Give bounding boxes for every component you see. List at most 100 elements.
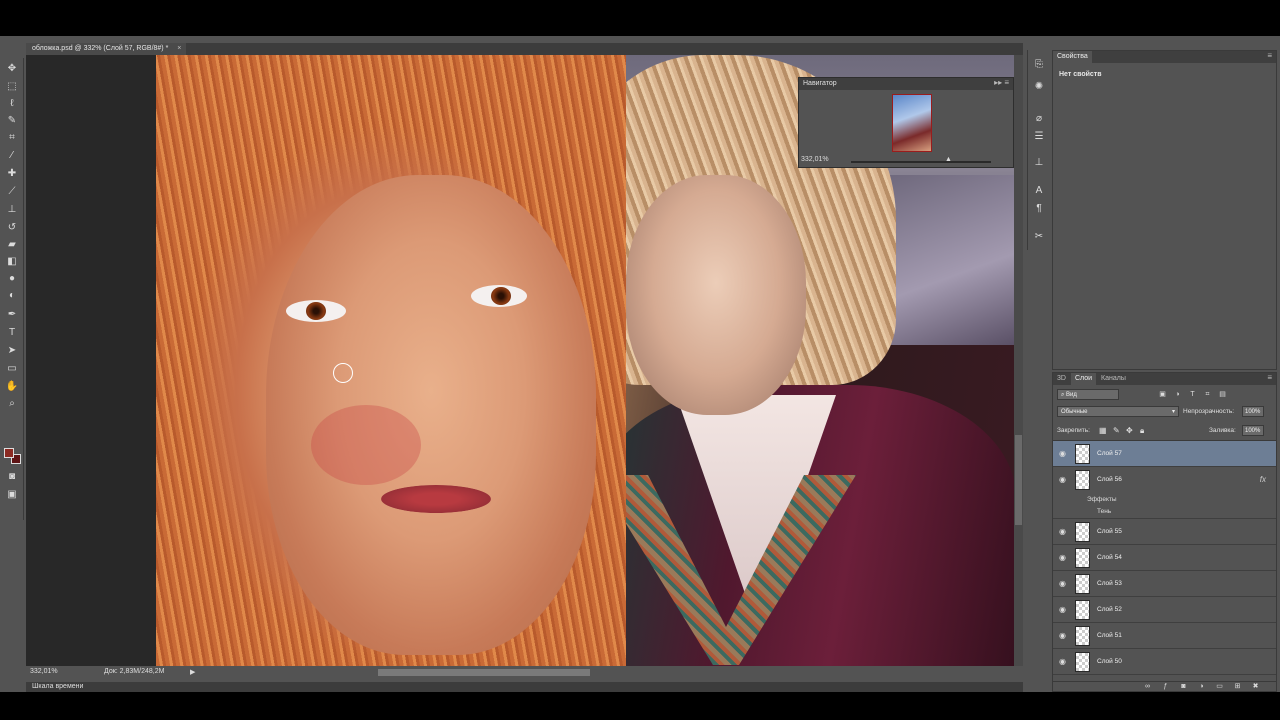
character-icon[interactable]: A — [1032, 184, 1046, 198]
document-tab[interactable]: обложка.psd @ 332% (Слой 57, RGB/8#) * × — [26, 43, 187, 55]
foreground-color-swatch[interactable] — [4, 448, 14, 458]
new-group-icon[interactable]: ▭ — [1215, 682, 1224, 691]
lock-pixels-icon[interactable]: ▦ — [1099, 426, 1107, 435]
add-mask-icon[interactable]: ◙ — [1179, 682, 1188, 691]
shadow-effect-label[interactable]: Тень — [1097, 508, 1111, 515]
pixel-filter-icon[interactable]: ▣ — [1158, 390, 1167, 399]
history-brush-tool-icon[interactable]: ↺ — [4, 221, 20, 235]
zoom-slider-handle-icon[interactable]: ▲ — [945, 156, 952, 163]
eraser-tool-icon[interactable]: ▰ — [4, 238, 20, 252]
brush-cursor — [333, 363, 353, 383]
layer-name[interactable]: Слой 50 — [1097, 658, 1122, 665]
history-icon[interactable]: ⎘ — [1032, 58, 1046, 72]
tab-properties[interactable]: Свойства — [1053, 51, 1092, 63]
healing-tool-icon[interactable]: ✚ — [4, 167, 20, 181]
tool-presets-icon[interactable]: ✂ — [1032, 230, 1046, 244]
path-select-tool-icon[interactable]: ➤ — [4, 344, 20, 358]
adjustments-icon[interactable]: ☰ — [1032, 130, 1046, 144]
layer-name[interactable]: Слой 56 — [1097, 476, 1122, 483]
navigator-zoom-slider[interactable] — [851, 161, 991, 163]
paragraph-icon[interactable]: ¶ — [1032, 202, 1046, 216]
marquee-tool-icon[interactable]: ⬚ — [4, 80, 20, 94]
smart-object-filter-icon[interactable]: ▤ — [1218, 390, 1227, 399]
visibility-eye-icon[interactable]: ◉ — [1059, 553, 1066, 562]
layer-row[interactable]: ◉ Слой 56 fx Эффекты Тень — [1053, 467, 1276, 519]
layer-name[interactable]: Слой 53 — [1097, 580, 1122, 587]
status-zoom[interactable]: 332,01% — [30, 668, 58, 675]
dodge-tool-icon[interactable]: ◐ — [4, 289, 20, 303]
quick-select-tool-icon[interactable]: ✎ — [4, 114, 20, 128]
navigator-zoom[interactable]: 332,01% — [801, 156, 829, 163]
add-style-icon[interactable]: ƒ — [1161, 682, 1170, 691]
layer-row[interactable]: ◉ Слой 55 — [1053, 519, 1276, 545]
stamp-tool-icon[interactable]: ⊥ — [4, 203, 20, 217]
tab-layers[interactable]: Слои — [1071, 373, 1097, 385]
blur-tool-icon[interactable]: ● — [4, 272, 20, 286]
visibility-eye-icon[interactable]: ◉ — [1059, 579, 1066, 588]
visibility-eye-icon[interactable]: ◉ — [1059, 527, 1066, 536]
horizontal-scroll-thumb[interactable] — [378, 669, 590, 676]
layer-row[interactable]: ◉ Слой 54 — [1053, 545, 1276, 571]
visibility-eye-icon[interactable]: ◉ — [1059, 631, 1066, 640]
styles-icon[interactable]: ⊥ — [1032, 156, 1046, 170]
layer-name[interactable]: Слой 51 — [1097, 632, 1122, 639]
brush-tool-icon[interactable]: ⟋ — [4, 185, 20, 199]
fill-input[interactable]: 100% — [1242, 425, 1264, 436]
visibility-eye-icon[interactable]: ◉ — [1059, 657, 1066, 666]
quick-mask-icon[interactable]: ◙ — [4, 470, 20, 484]
status-arrow-icon[interactable]: ▶ — [190, 668, 195, 676]
fx-icon[interactable]: fx — [1260, 475, 1266, 484]
shape-tool-icon[interactable]: ▭ — [4, 362, 20, 376]
layer-filter-select[interactable]: ⌕ Вид — [1057, 389, 1119, 400]
layers-tabs: 3D Слои Каналы ≡ — [1053, 373, 1276, 385]
layer-row[interactable]: ◉ Слой 53 — [1053, 571, 1276, 597]
hand-tool-icon[interactable]: ✋ — [4, 380, 20, 394]
type-tool-icon[interactable]: T — [4, 326, 20, 340]
close-icon[interactable]: × — [177, 43, 181, 55]
visibility-eye-icon[interactable]: ◉ — [1059, 605, 1066, 614]
layer-row[interactable]: ◉ Слой 51 — [1053, 623, 1276, 649]
vertical-scroll-thumb[interactable] — [1015, 435, 1022, 525]
blend-mode-select[interactable]: Обычные ▾ — [1057, 406, 1179, 417]
layer-name[interactable]: Слой 54 — [1097, 554, 1122, 561]
new-layer-icon[interactable]: ⊞ — [1233, 682, 1242, 691]
visibility-eye-icon[interactable]: ◉ — [1059, 449, 1066, 458]
lasso-tool-icon[interactable]: ℓ — [4, 97, 20, 111]
trash-icon[interactable]: ✖ — [1251, 682, 1260, 691]
link-layers-icon[interactable]: ∞ — [1143, 682, 1152, 691]
move-tool-icon[interactable]: ✥ — [4, 62, 20, 76]
canvas-area[interactable]: Навигатор ▸▸ ≡ 332,01% ▲ — [26, 55, 1023, 666]
pen-tool-icon[interactable]: ✒ — [4, 308, 20, 322]
opacity-input[interactable]: 100% — [1242, 406, 1264, 417]
eyedropper-tool-icon[interactable]: ⁄ — [4, 149, 20, 163]
tab-3d[interactable]: 3D — [1053, 373, 1070, 385]
layer-name[interactable]: Слой 57 — [1097, 450, 1122, 457]
layer-row[interactable]: ◉ Слой 50 — [1053, 649, 1276, 675]
effects-label[interactable]: Эффекты — [1087, 496, 1117, 503]
vertical-scrollbar[interactable] — [1014, 55, 1023, 666]
navigator-icon[interactable]: ✺ — [1032, 80, 1046, 94]
layer-row[interactable]: ◉ Слой 52 — [1053, 597, 1276, 623]
tab-channels[interactable]: Каналы — [1097, 373, 1130, 385]
gradient-tool-icon[interactable]: ◧ — [4, 255, 20, 269]
type-filter-icon[interactable]: T — [1188, 390, 1197, 399]
layer-name[interactable]: Слой 55 — [1097, 528, 1122, 535]
panel-menu-icon[interactable]: ≡ — [1267, 51, 1272, 60]
panel-menu-icon[interactable]: ≡ — [1267, 373, 1272, 382]
adjustment-layer-icon[interactable]: ◑ — [1197, 682, 1206, 691]
adjustment-filter-icon[interactable]: ◑ — [1173, 390, 1182, 399]
crop-tool-icon[interactable]: ⌗ — [4, 131, 20, 145]
lock-paint-icon[interactable]: ✎ — [1113, 426, 1120, 435]
layer-name[interactable]: Слой 52 — [1097, 606, 1122, 613]
screen-mode-icon[interactable]: ▣ — [4, 488, 20, 502]
lock-all-icon[interactable]: 🔒︎ — [1140, 426, 1144, 436]
zoom-tool-icon[interactable]: ⌕ — [4, 397, 20, 411]
timeline-bar[interactable]: Шкала времени — [26, 682, 1023, 692]
visibility-eye-icon[interactable]: ◉ — [1059, 475, 1066, 484]
shape-filter-icon[interactable]: ⌗ — [1203, 390, 1212, 399]
brush-presets-icon[interactable]: ⌀ — [1032, 112, 1046, 126]
panel-menu-icon[interactable]: ▸▸ ≡ — [994, 78, 1009, 87]
layer-row[interactable]: ◉ Слой 57 — [1053, 441, 1276, 467]
navigator-thumbnail[interactable] — [892, 94, 932, 152]
lock-position-icon[interactable]: ✥ — [1126, 426, 1133, 435]
